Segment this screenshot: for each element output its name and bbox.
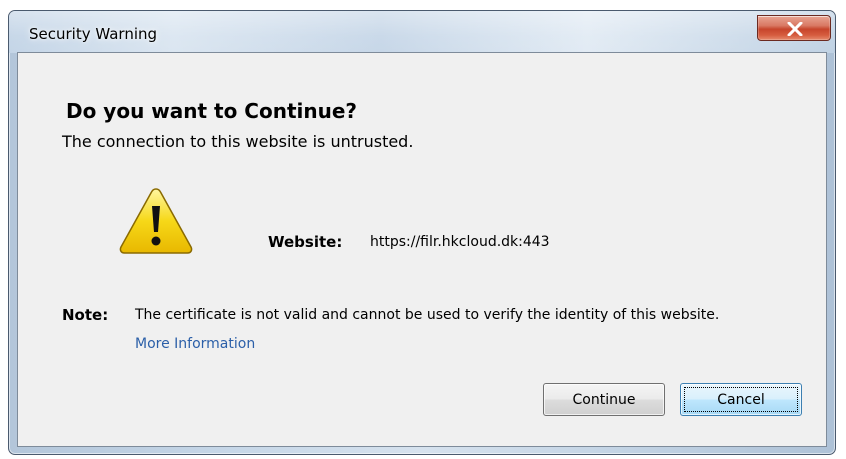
title-bar[interactable]: Security Warning [9, 11, 835, 53]
dialog-subheading: The connection to this website is untrus… [62, 132, 414, 151]
website-url: https://filr.hkcloud.dk:443 [370, 234, 550, 250]
note-text: The certificate is not valid and cannot … [135, 307, 720, 323]
more-information-link[interactable]: More Information [135, 336, 255, 352]
note-label: Note: [62, 306, 109, 324]
close-button[interactable] [757, 15, 831, 41]
website-label: Website: [268, 233, 343, 251]
cancel-button-label: Cancel [717, 391, 765, 408]
warning-triangle-icon [119, 188, 193, 254]
security-warning-window: Security Warning Do you want to Continue… [8, 10, 836, 455]
dialog-content: Do you want to Continue? The connection … [17, 52, 827, 447]
close-icon [787, 22, 803, 36]
continue-button[interactable]: Continue [543, 383, 665, 416]
cancel-button[interactable]: Cancel [680, 383, 802, 416]
dialog-heading: Do you want to Continue? [66, 99, 357, 123]
window-title: Security Warning [29, 25, 158, 43]
